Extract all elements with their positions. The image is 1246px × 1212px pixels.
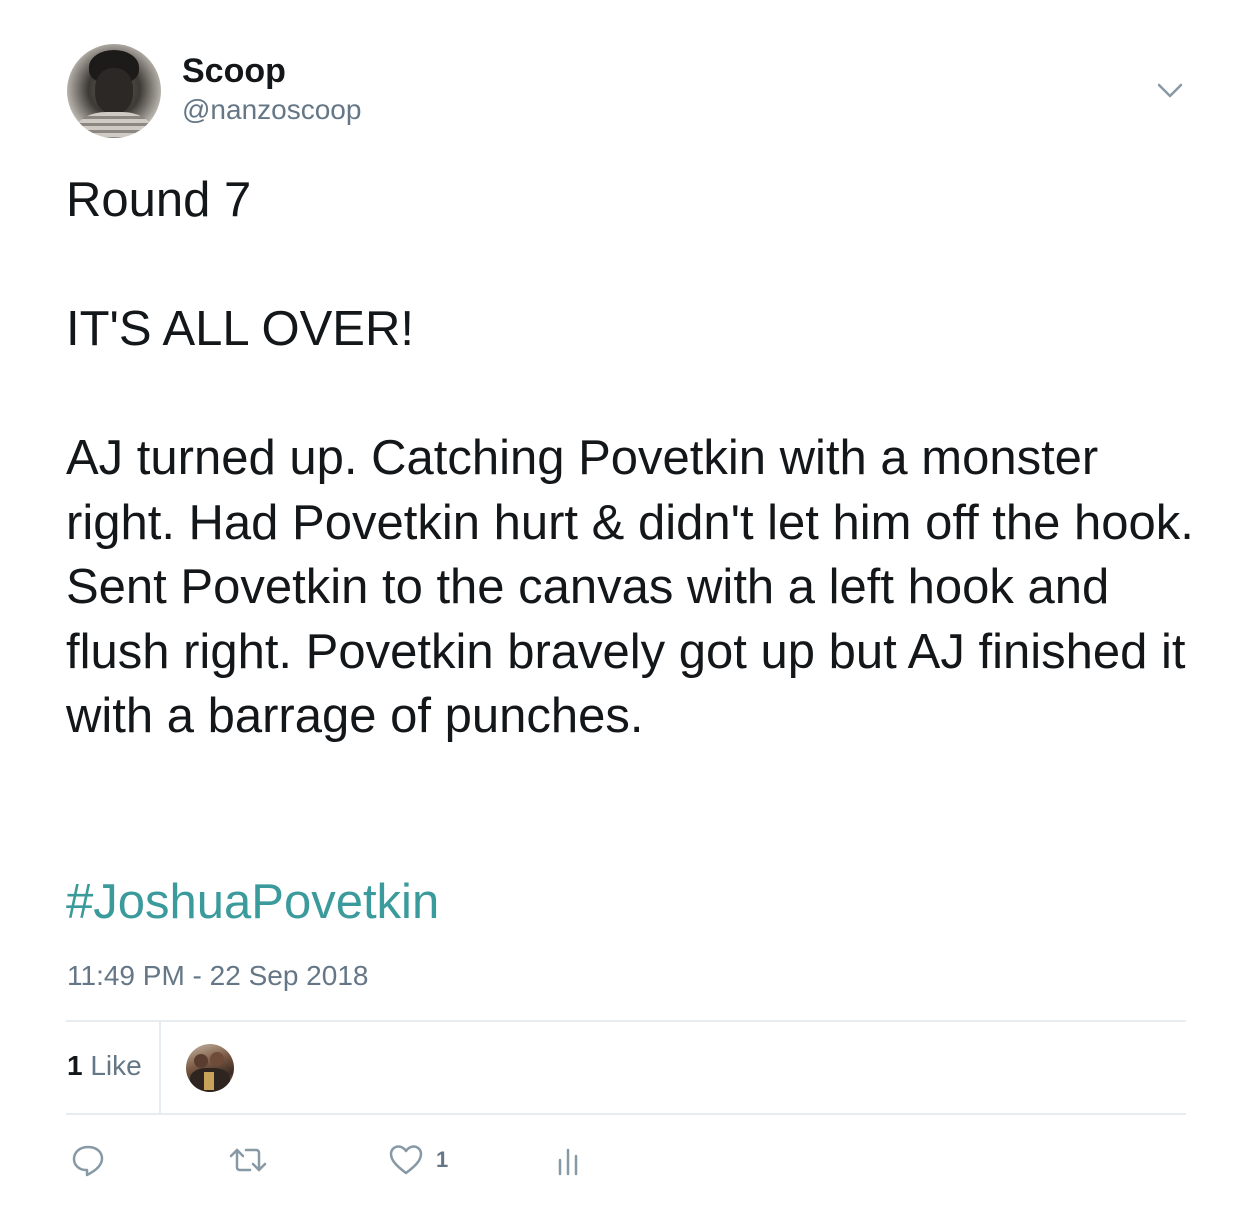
likes-stat-count: 1 xyxy=(67,1050,83,1081)
liker-avatar-person xyxy=(194,1054,208,1068)
stats-top-divider xyxy=(66,1020,1186,1022)
author-display-name[interactable]: Scoop xyxy=(182,52,286,90)
tweet-text: Round 7 IT'S ALL OVER! AJ turned up. Cat… xyxy=(66,173,1194,743)
hashtag-link[interactable]: #JoshuaPovetkin xyxy=(66,870,439,934)
like-button[interactable]: 1 xyxy=(388,1142,448,1178)
tweet-card: Scoop @nanzoscoop Round 7 IT'S ALL OVER!… xyxy=(0,0,1246,1212)
stats-vertical-divider xyxy=(159,1022,161,1113)
stats-bottom-divider xyxy=(66,1113,1186,1115)
liker-avatar-person xyxy=(210,1052,224,1066)
avatar-face xyxy=(95,68,133,114)
liker-avatar-detail xyxy=(204,1072,214,1090)
retweet-button[interactable] xyxy=(228,1142,268,1178)
liker-avatar[interactable] xyxy=(186,1044,234,1092)
heart-icon xyxy=(388,1142,424,1178)
analytics-button[interactable] xyxy=(552,1142,584,1178)
likes-stat-label: Like xyxy=(82,1050,142,1081)
author-handle[interactable]: @nanzoscoop xyxy=(182,94,361,126)
analytics-icon xyxy=(552,1142,584,1178)
tweet-timestamp[interactable]: 11:49 PM - 22 Sep 2018 xyxy=(67,960,368,992)
likes-stat[interactable]: 1 Like xyxy=(67,1050,142,1082)
author-avatar[interactable] xyxy=(67,44,161,138)
retweet-icon xyxy=(228,1142,268,1178)
reply-button[interactable] xyxy=(70,1142,106,1178)
reply-icon xyxy=(70,1142,106,1178)
like-count: 1 xyxy=(436,1147,449,1172)
chevron-down-icon[interactable] xyxy=(1154,78,1186,102)
avatar-shirt xyxy=(77,112,151,138)
